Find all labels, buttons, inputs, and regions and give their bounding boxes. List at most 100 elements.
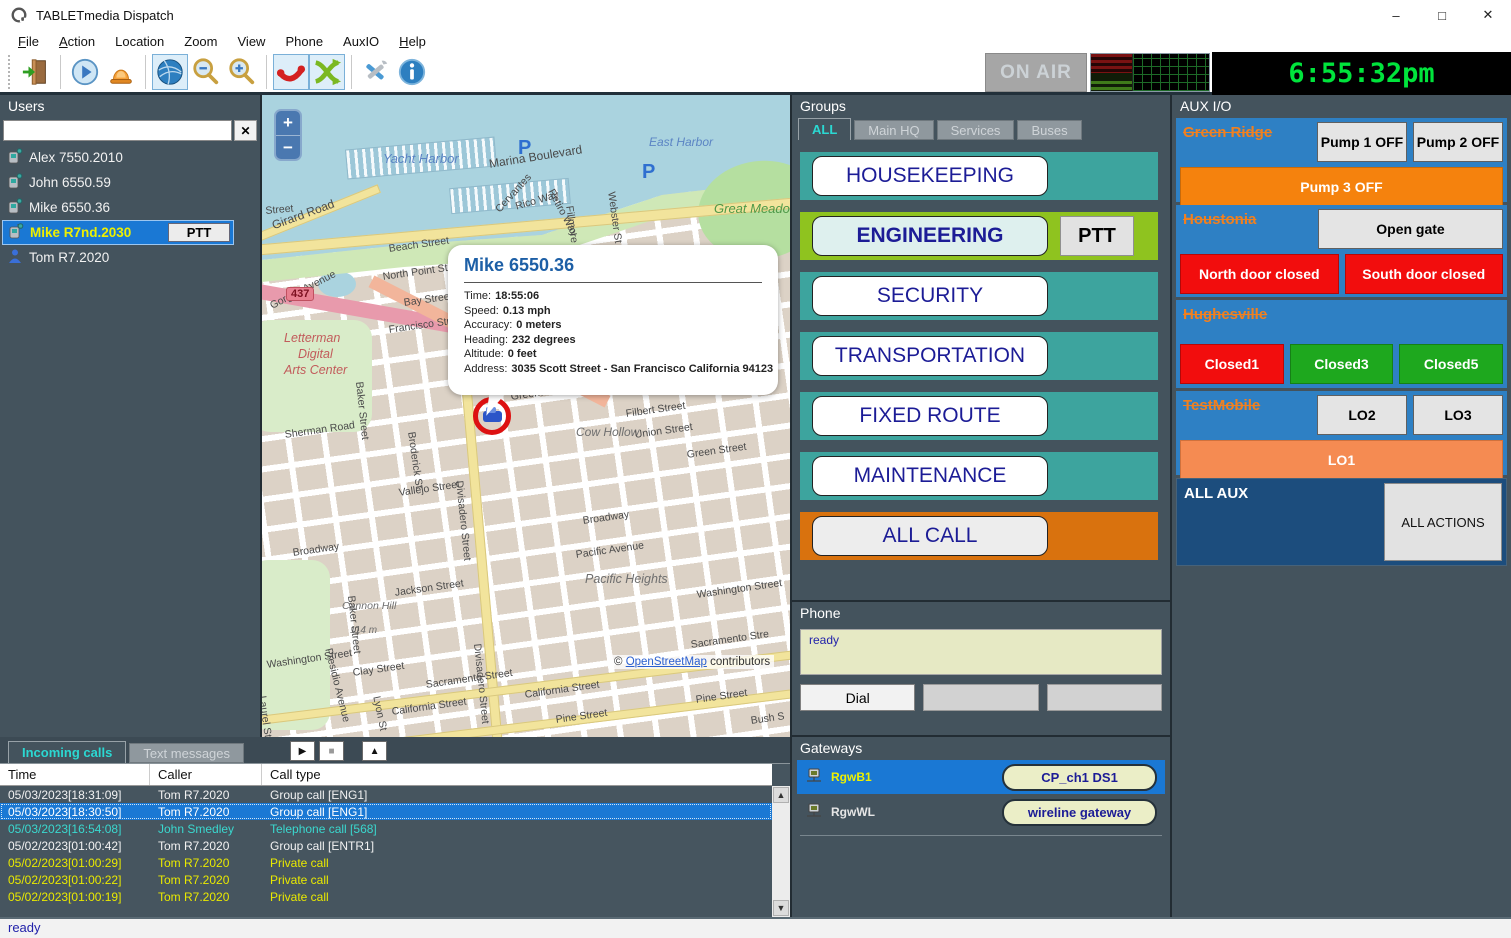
group-button-housekeeping[interactable]: HOUSEKEEPING — [812, 156, 1048, 196]
user-row-alex-7550-2010[interactable]: Alex 7550.2010 — [2, 145, 258, 170]
tools-icon[interactable] — [358, 54, 394, 90]
gateway-row-rgwb1[interactable]: RgwB1CP_ch1 DS1 — [797, 760, 1165, 794]
groups-tab-main-hq[interactable]: Main HQ — [854, 120, 933, 140]
call-row[interactable]: 05/02/2023[01:00:42]Tom R7.2020Group cal… — [0, 837, 772, 854]
zoom-in-button[interactable]: + — [276, 111, 300, 135]
call-time: 05/03/2023[18:31:09] — [0, 788, 150, 802]
user-row-mike-6550-36[interactable]: Mike 6550.36 — [2, 195, 258, 220]
group-row-transportation: TRANSPORTATION — [800, 332, 1158, 380]
group-button-transportation[interactable]: TRANSPORTATION — [812, 336, 1048, 376]
user-row-tom-r7-2020[interactable]: Tom R7.2020 — [2, 245, 258, 270]
map-view[interactable]: Yacht HarborEast HarborMarina BoulevardG… — [262, 95, 790, 737]
phone-blank-button-1[interactable] — [923, 684, 1038, 711]
radio-user-icon — [7, 148, 23, 167]
column-header-time[interactable]: Time — [0, 764, 150, 785]
users-search-input[interactable] — [3, 120, 232, 141]
column-header-call-type[interactable]: Call type — [262, 764, 772, 785]
aux-button-north-door-closed[interactable]: North door closed — [1180, 254, 1339, 294]
phone-blank-button-2[interactable] — [1047, 684, 1162, 711]
menu-action[interactable]: Action — [49, 34, 105, 49]
groups-tab-buses[interactable]: Buses — [1017, 120, 1081, 140]
zoom-out-icon[interactable] — [188, 54, 224, 90]
popup-field-heading: Heading:232 degrees — [464, 333, 762, 348]
stop-button[interactable]: ■ — [319, 741, 344, 761]
menu-phone[interactable]: Phone — [275, 34, 333, 49]
users-panel-title: Users — [0, 95, 260, 118]
group-button-all-call[interactable]: ALL CALL — [812, 516, 1048, 556]
aux-button-open-gate[interactable]: Open gate — [1318, 209, 1503, 249]
gateway-row-rgwwl[interactable]: RgwWLwireline gateway — [797, 795, 1165, 829]
phone-dial-button[interactable]: Dial — [800, 684, 915, 711]
calls-tab-incoming-calls[interactable]: Incoming calls — [8, 741, 126, 763]
aux-button-south-door-closed[interactable]: South door closed — [1345, 254, 1504, 294]
call-row[interactable]: 05/03/2023[18:30:50]Tom R7.2020Group cal… — [0, 803, 772, 820]
info-icon[interactable] — [394, 54, 430, 90]
groups-tab-all[interactable]: ALL — [798, 118, 851, 140]
group-button-engineering[interactable]: ENGINEERING — [812, 216, 1048, 256]
aux-button-pump-3-off[interactable]: Pump 3 OFF — [1180, 167, 1503, 207]
all-actions-button[interactable]: ALL ACTIONS — [1384, 483, 1502, 561]
aux-button-closed5[interactable]: Closed5 — [1399, 344, 1503, 384]
user-name: Alex 7550.2010 — [29, 150, 123, 165]
map-label-arts-center: Arts Center — [284, 363, 347, 377]
toolbar-drag-handle[interactable] — [8, 55, 12, 89]
call-row[interactable]: 05/02/2023[01:00:19]Tom R7.2020Private c… — [0, 888, 772, 905]
group-button-fixed-route[interactable]: FIXED ROUTE — [812, 396, 1048, 436]
gateway-channel-button-cp-ch1-ds1[interactable]: CP_ch1 DS1 — [1002, 764, 1157, 791]
group-row-all-call: ALL CALL — [800, 512, 1158, 560]
user-row-mike-r7nd-2030[interactable]: Mike R7nd.2030PTT — [2, 220, 234, 245]
zoom-in-icon[interactable] — [224, 54, 260, 90]
user-ptt-button[interactable]: PTT — [168, 223, 230, 242]
play-button[interactable]: ▶ — [290, 741, 315, 761]
popup-field-speed: Speed:0.13 mph — [464, 304, 762, 319]
close-button[interactable]: ✕ — [1465, 0, 1511, 30]
eject-button[interactable]: ▲ — [362, 741, 387, 761]
aux-button-lo1[interactable]: LO1 — [1180, 440, 1503, 480]
phone-call-icon[interactable] — [273, 54, 309, 90]
menu-location[interactable]: Location — [105, 34, 174, 49]
call-row[interactable]: 05/03/2023[16:54:08]John SmedleyTelephon… — [0, 820, 772, 837]
aux-button-pump-2-off[interactable]: Pump 2 OFF — [1413, 122, 1503, 162]
scroll-down-icon[interactable]: ▼ — [773, 900, 789, 916]
call-row[interactable]: 05/03/2023[18:31:09]Tom R7.2020Group cal… — [0, 786, 772, 803]
alarm-siren-icon[interactable] — [103, 54, 139, 90]
start-icon[interactable] — [67, 54, 103, 90]
clear-search-button[interactable]: ✕ — [234, 120, 257, 141]
aux-button-lo2[interactable]: LO2 — [1317, 395, 1407, 435]
calls-tab-text-messages[interactable]: Text messages — [129, 743, 244, 763]
scroll-up-icon[interactable]: ▲ — [773, 787, 789, 803]
menu-help[interactable]: Help — [389, 34, 436, 49]
gateway-channel-button-wireline-gateway[interactable]: wireline gateway — [1002, 799, 1157, 826]
menu-zoom[interactable]: Zoom — [174, 34, 227, 49]
aux-button-pump-1-off[interactable]: Pump 1 OFF — [1317, 122, 1407, 162]
call-row[interactable]: 05/02/2023[01:00:22]Tom R7.2020Private c… — [0, 871, 772, 888]
aux-button-closed1[interactable]: Closed1 — [1180, 344, 1284, 384]
window-controls: –□✕ — [1373, 0, 1511, 30]
calls-scrollbar[interactable]: ▲ ▼ — [772, 786, 790, 917]
toolbar-separator — [145, 55, 146, 89]
minimize-button[interactable]: – — [1373, 0, 1419, 30]
toolbar-separator — [60, 55, 61, 89]
aux-button-closed3[interactable]: Closed3 — [1290, 344, 1394, 384]
menu-auxio[interactable]: AuxIO — [333, 34, 389, 49]
zoom-out-button[interactable]: − — [276, 135, 300, 159]
user-row-john-6550-59[interactable]: John 6550.59 — [2, 170, 258, 195]
group-button-maintenance[interactable]: MAINTENANCE — [812, 456, 1048, 496]
group-button-security[interactable]: SECURITY — [812, 276, 1048, 316]
call-row[interactable]: 05/02/2023[01:00:29]Tom R7.2020Private c… — [0, 854, 772, 871]
network-globe-icon[interactable] — [152, 54, 188, 90]
aux-button-lo3[interactable]: LO3 — [1413, 395, 1503, 435]
patch-arrows-icon[interactable] — [309, 54, 345, 90]
call-type: Telephone call [568] — [262, 822, 772, 836]
menu-file[interactable]: File — [8, 34, 49, 49]
popup-field-label: Speed: — [464, 305, 499, 317]
exit-door-icon[interactable] — [18, 54, 54, 90]
menu-view[interactable]: View — [228, 34, 276, 49]
gateway-icon — [805, 767, 823, 788]
column-header-caller[interactable]: Caller — [150, 764, 262, 785]
group-ptt-button[interactable]: PTT — [1060, 216, 1134, 256]
maximize-button[interactable]: □ — [1419, 0, 1465, 30]
groups-tab-services[interactable]: Services — [937, 120, 1015, 140]
headset-logo-icon — [10, 6, 28, 24]
openstreetmap-link[interactable]: OpenStreetMap — [626, 656, 707, 668]
